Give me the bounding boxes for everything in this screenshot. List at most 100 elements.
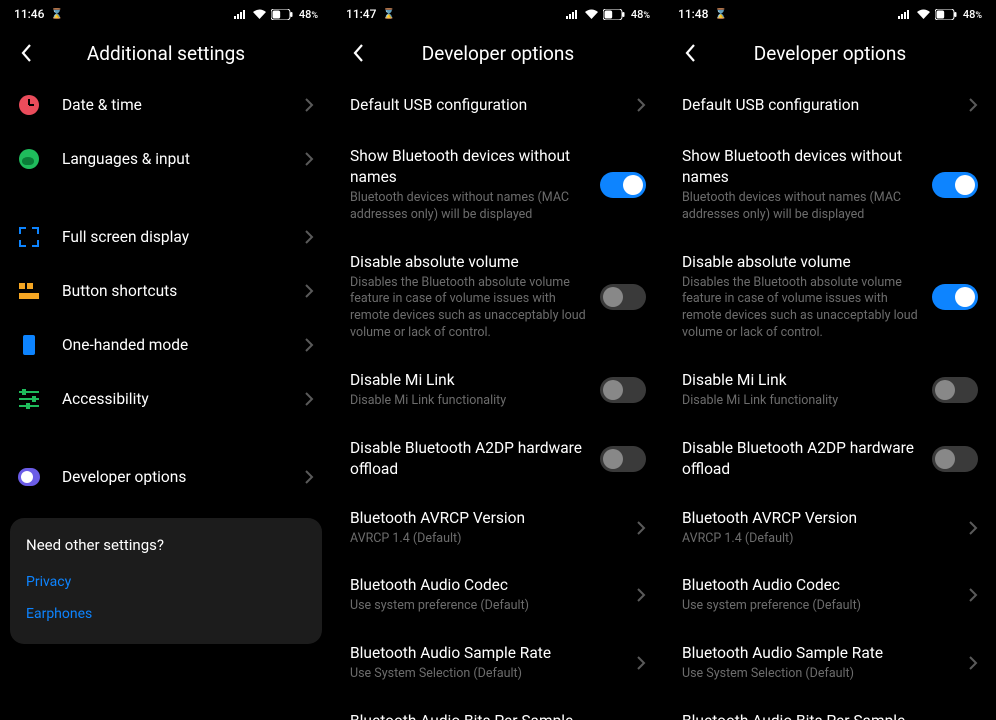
setting-title: Bluetooth Audio Sample Rate (682, 643, 961, 664)
setting-subtitle: Disable Mi Link functionality (350, 393, 592, 410)
setting-bluetooth-avrcp-version[interactable]: Bluetooth AVRCP Version AVRCP 1.4 (Defau… (332, 494, 664, 562)
wifi-icon (584, 9, 599, 20)
setting-title: Default USB configuration (682, 95, 961, 116)
setting-title: Disable Mi Link (682, 370, 924, 391)
setting-show-bluetooth-devices-without-names[interactable]: Show Bluetooth devices without names Blu… (664, 132, 996, 238)
setting-title: Button shortcuts (62, 281, 297, 302)
chevron-right-icon (305, 284, 314, 298)
setting-subtitle: Use system preference (Default) (350, 598, 629, 615)
setting-full-screen-display[interactable]: Full screen display (0, 210, 332, 264)
setting-title: Bluetooth Audio Bits Per Sample (350, 711, 629, 720)
page-title: Additional settings (40, 42, 292, 65)
toggle-switch[interactable] (932, 446, 978, 472)
status-time: 11:48 (678, 7, 708, 21)
setting-title: Bluetooth Audio Codec (350, 575, 629, 596)
setting-title: Bluetooth Audio Sample Rate (350, 643, 629, 664)
setting-bluetooth-avrcp-version[interactable]: Bluetooth AVRCP Version AVRCP 1.4 (Defau… (664, 494, 996, 562)
chevron-right-icon (305, 392, 314, 406)
toggle-switch[interactable] (932, 172, 978, 198)
setting-bluetooth-audio-codec[interactable]: Bluetooth Audio Codec Use system prefere… (664, 561, 996, 629)
setting-disable-bluetooth-a2dp-hardware-offload[interactable]: Disable Bluetooth A2DP hardware offload (664, 424, 996, 494)
setting-date-time[interactable]: Date & time (0, 78, 332, 132)
battery-percent: 48% (299, 8, 318, 21)
toggle-switch[interactable] (600, 446, 646, 472)
buttons-icon (18, 280, 40, 302)
signal-icon (898, 9, 912, 19)
toggle-switch[interactable] (600, 377, 646, 403)
status-bar: 11:47 ⌛ 48% (332, 0, 664, 28)
toggle-switch[interactable] (600, 172, 646, 198)
setting-one-handed-mode[interactable]: One-handed mode (0, 318, 332, 372)
screen: 11:47 ⌛ 48% Developer options Default US… (332, 0, 664, 720)
chevron-right-icon (305, 230, 314, 244)
sliders-icon (18, 388, 40, 410)
setting-bluetooth-audio-sample-rate[interactable]: Bluetooth Audio Sample Rate Use System S… (664, 629, 996, 697)
chevron-left-icon (685, 44, 696, 62)
need-link-privacy[interactable]: Privacy (26, 566, 306, 598)
setting-title: Disable Mi Link (350, 370, 592, 391)
back-button[interactable] (676, 39, 704, 67)
status-bar: 11:48 ⌛ 48% (664, 0, 996, 28)
setting-title: Languages & input (62, 149, 297, 170)
hourglass-icon: ⌛ (714, 9, 726, 20)
signal-icon (234, 9, 248, 19)
hourglass-icon: ⌛ (382, 9, 394, 20)
status-time: 11:47 (346, 7, 376, 21)
toggle-switch[interactable] (932, 377, 978, 403)
setting-default-usb-configuration[interactable]: Default USB configuration (332, 78, 664, 132)
chevron-right-icon (305, 98, 314, 112)
page-title: Developer options (704, 42, 956, 65)
setting-bluetooth-audio-codec[interactable]: Bluetooth Audio Codec Use system prefere… (332, 561, 664, 629)
setting-default-usb-configuration[interactable]: Default USB configuration (664, 78, 996, 132)
clock-icon (18, 94, 40, 116)
setting-disable-mi-link[interactable]: Disable Mi Link Disable Mi Link function… (664, 356, 996, 424)
setting-disable-bluetooth-a2dp-hardware-offload[interactable]: Disable Bluetooth A2DP hardware offload (332, 424, 664, 494)
setting-subtitle: Use System Selection (Default) (350, 666, 629, 683)
setting-bluetooth-audio-sample-rate[interactable]: Bluetooth Audio Sample Rate Use System S… (332, 629, 664, 697)
wifi-icon (916, 9, 931, 20)
chevron-right-icon (637, 521, 646, 535)
setting-bluetooth-audio-bits-per-sample[interactable]: Bluetooth Audio Bits Per Sample Use Syst… (664, 697, 996, 720)
setting-developer-options[interactable]: Developer options (0, 450, 332, 504)
need-link-earphones[interactable]: Earphones (26, 598, 306, 630)
setting-subtitle: Disables the Bluetooth absolute volume f… (350, 275, 592, 343)
status-bar: 11:46 ⌛ 48% (0, 0, 332, 28)
setting-subtitle: Disables the Bluetooth absolute volume f… (682, 275, 924, 343)
setting-show-bluetooth-devices-without-names[interactable]: Show Bluetooth devices without names Blu… (332, 132, 664, 238)
setting-title: Full screen display (62, 227, 297, 248)
need-other-settings-card: Need other settings? PrivacyEarphones (10, 518, 322, 644)
status-time: 11:46 (14, 7, 44, 21)
chevron-left-icon (21, 44, 32, 62)
setting-title: Accessibility (62, 389, 297, 410)
setting-languages-input[interactable]: Languages & input (0, 132, 332, 186)
toggle-switch[interactable] (600, 284, 646, 310)
page-title: Developer options (372, 42, 624, 65)
chevron-left-icon (353, 44, 364, 62)
setting-subtitle: AVRCP 1.4 (Default) (350, 531, 629, 548)
setting-title: Disable absolute volume (682, 252, 924, 273)
setting-accessibility[interactable]: Accessibility (0, 372, 332, 426)
setting-disable-mi-link[interactable]: Disable Mi Link Disable Mi Link function… (332, 356, 664, 424)
phone-icon (18, 334, 40, 356)
setting-subtitle: Bluetooth devices without names (MAC add… (350, 190, 592, 224)
header: Developer options (332, 28, 664, 78)
back-button[interactable] (12, 39, 40, 67)
setting-title: One-handed mode (62, 335, 297, 356)
setting-button-shortcuts[interactable]: Button shortcuts (0, 264, 332, 318)
setting-title: Bluetooth AVRCP Version (350, 508, 629, 529)
toggle-switch[interactable] (932, 284, 978, 310)
setting-subtitle: Bluetooth devices without names (MAC add… (682, 190, 924, 224)
setting-title: Bluetooth AVRCP Version (682, 508, 961, 529)
screen: 11:46 ⌛ 48% Additional settings Date & t… (0, 0, 332, 720)
fullscreen-icon (18, 226, 40, 248)
chevron-right-icon (637, 656, 646, 670)
battery-icon (603, 9, 625, 20)
chevron-right-icon (969, 98, 978, 112)
chevron-right-icon (637, 98, 646, 112)
setting-disable-absolute-volume[interactable]: Disable absolute volume Disables the Blu… (664, 238, 996, 356)
chevron-right-icon (969, 588, 978, 602)
back-button[interactable] (344, 39, 372, 67)
need-title: Need other settings? (26, 536, 306, 554)
setting-disable-absolute-volume[interactable]: Disable absolute volume Disables the Blu… (332, 238, 664, 356)
setting-bluetooth-audio-bits-per-sample[interactable]: Bluetooth Audio Bits Per Sample Use Syst… (332, 697, 664, 720)
